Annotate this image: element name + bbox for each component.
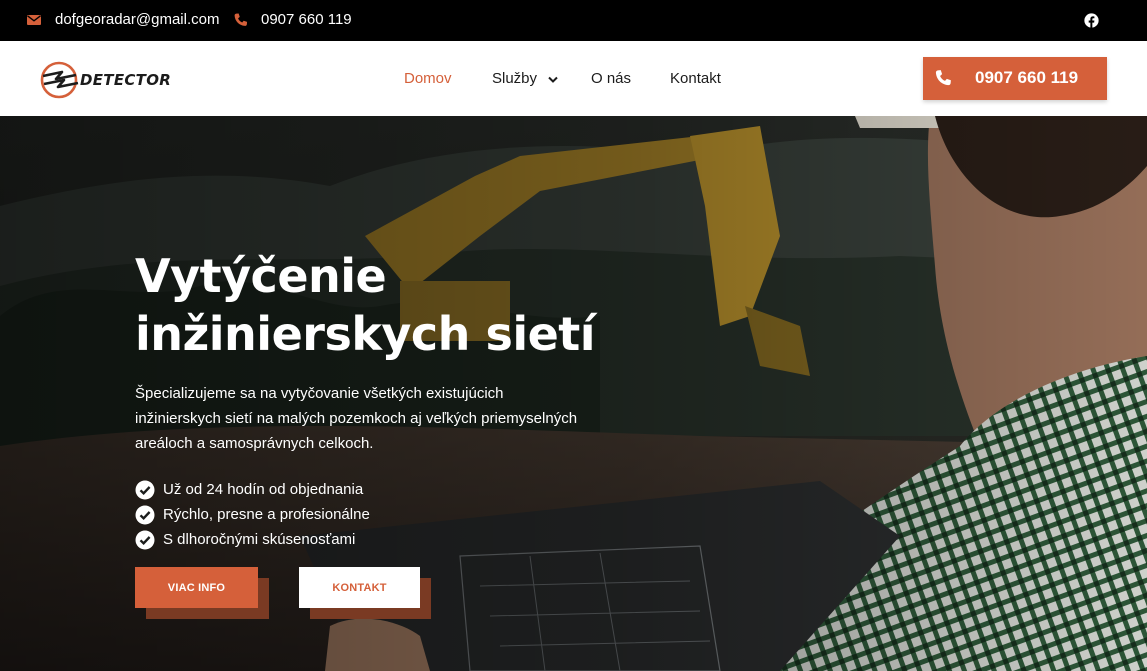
nav-item-o-nas[interactable]: O nás bbox=[591, 70, 631, 87]
envelope-icon bbox=[27, 12, 43, 28]
feature-text: Rýchlo, presne a profesionálne bbox=[163, 506, 370, 523]
check-circle-icon bbox=[135, 480, 155, 499]
logo-text: DETECTOR bbox=[80, 71, 172, 89]
check-circle-icon bbox=[135, 505, 155, 524]
list-item: Rýchlo, presne a profesionálne bbox=[135, 502, 370, 527]
topbar-phone[interactable]: 0907 660 119 bbox=[233, 11, 352, 28]
top-bar: dofgeoradar@gmail.com 0907 660 119 bbox=[0, 0, 1147, 41]
call-button[interactable]: 0907 660 119 bbox=[923, 57, 1107, 100]
facebook-icon[interactable] bbox=[1084, 13, 1099, 28]
site-header: DETECTOR Domov Služby O nás Kontakt 0907… bbox=[0, 41, 1147, 116]
hero-description: Špecializujeme sa na vytyčovanie všetkýc… bbox=[135, 385, 578, 452]
nav-item-sluzby-label: Služby bbox=[492, 70, 538, 87]
nav-item-domov[interactable]: Domov bbox=[404, 70, 452, 87]
logo-mark bbox=[40, 61, 79, 99]
phone-text: 0907 660 119 bbox=[261, 11, 352, 28]
logo[interactable]: DETECTOR bbox=[38, 59, 183, 101]
phone-icon bbox=[233, 12, 249, 28]
list-item: Už od 24 hodín od objednania bbox=[135, 477, 370, 502]
contact-button[interactable]: KONTAKT bbox=[299, 567, 420, 608]
list-item: S dlhoročnými skúsenosťami bbox=[135, 527, 370, 552]
feature-text: Už od 24 hodín od objednania bbox=[163, 481, 364, 498]
more-info-button[interactable]: VIAC INFO bbox=[135, 567, 258, 608]
call-button-label: 0907 660 119 bbox=[975, 68, 1079, 87]
check-circle-icon bbox=[135, 530, 155, 549]
feature-list: Už od 24 hodín od objednania Rýchlo, pre… bbox=[135, 477, 370, 552]
email-text: dofgeoradar@gmail.com bbox=[55, 11, 220, 28]
phone-icon bbox=[934, 69, 952, 87]
chevron-down-icon bbox=[548, 71, 558, 88]
hero-title-line1: Vytýčenie bbox=[135, 249, 387, 303]
hero-title-line2: inžinierskych sietí bbox=[135, 307, 596, 361]
nav-item-kontakt[interactable]: Kontakt bbox=[670, 70, 721, 87]
hero-section: Vytýčenie inžinierskych sietí Špecializu… bbox=[0, 116, 1147, 671]
feature-text: S dlhoročnými skúsenosťami bbox=[163, 531, 356, 548]
hero-title: Vytýčenie inžinierskych sietí bbox=[135, 247, 655, 363]
nav-item-sluzby[interactable]: Služby bbox=[492, 70, 558, 88]
topbar-email[interactable]: dofgeoradar@gmail.com bbox=[27, 11, 219, 28]
